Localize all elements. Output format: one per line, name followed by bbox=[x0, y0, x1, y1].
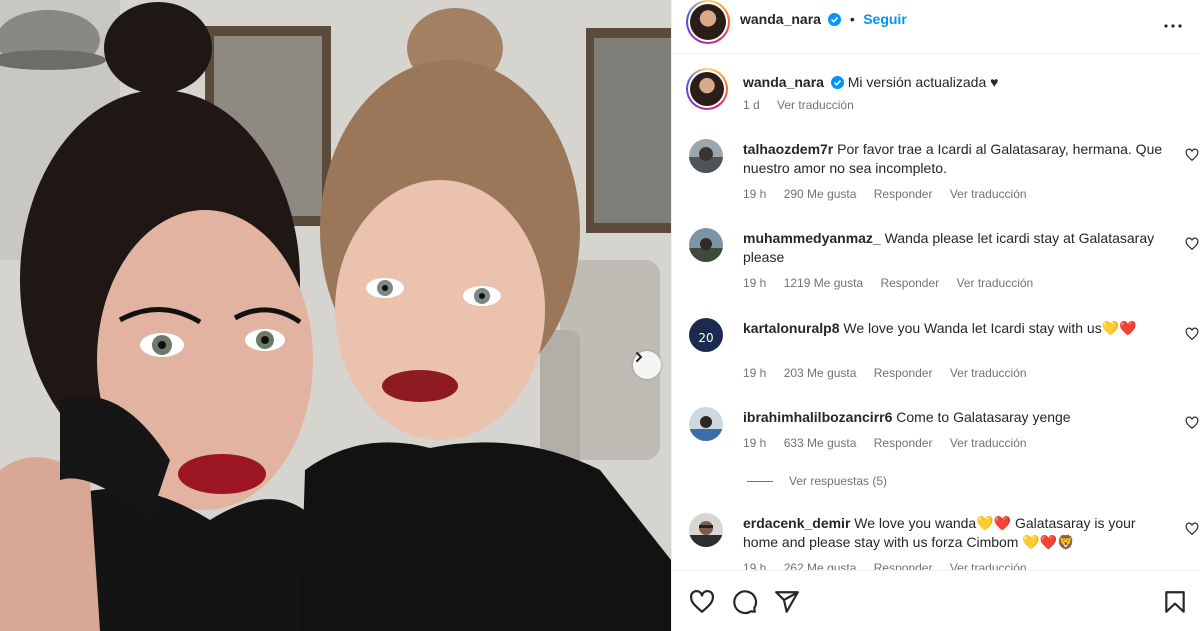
more-horizontal-icon[interactable] bbox=[1161, 14, 1185, 38]
comment-text-block: ibrahimhalilbozancirr6 Come to Galatasar… bbox=[743, 408, 1163, 427]
caption-text-block: wanda_nara Mi versión actualizada ♥ bbox=[743, 73, 1163, 91]
share-icon[interactable] bbox=[774, 589, 800, 615]
caption-translate-link[interactable]: Ver traducción bbox=[777, 98, 854, 112]
comment-translate-link[interactable]: Ver traducción bbox=[950, 436, 1027, 450]
comment-meta: 19 h 633 Me gusta Responder Ver traducci… bbox=[743, 436, 1041, 450]
comment-time: 19 h bbox=[743, 187, 767, 201]
heart-icon[interactable] bbox=[1185, 522, 1199, 536]
comment-username[interactable]: talhaozdem7r bbox=[743, 141, 833, 157]
comment-likes[interactable]: 1219 Me gusta bbox=[784, 276, 863, 290]
comment-reply-button[interactable]: Responder bbox=[874, 187, 933, 201]
caption-username[interactable]: wanda_nara bbox=[743, 74, 824, 90]
caption-avatar[interactable] bbox=[686, 68, 728, 110]
verified-badge-icon bbox=[830, 76, 844, 89]
comment-username[interactable]: erdacenk_demir bbox=[743, 515, 850, 531]
commenter-avatar[interactable] bbox=[689, 407, 723, 441]
heart-icon[interactable] bbox=[1185, 416, 1199, 430]
comment-meta: 19 h 290 Me gusta Responder Ver traducci… bbox=[743, 187, 1041, 201]
comment-username[interactable]: ibrahimhalilbozancirr6 bbox=[743, 409, 892, 425]
commenter-avatar[interactable] bbox=[689, 139, 723, 173]
comment-body: Come to Galatasaray yenge bbox=[896, 409, 1071, 425]
view-replies-button[interactable]: Ver respuestas (5) bbox=[747, 474, 887, 488]
header-username[interactable]: wanda_nara bbox=[740, 11, 821, 27]
post-action-bar bbox=[672, 570, 1200, 631]
comment-translate-link[interactable]: Ver traducción bbox=[950, 187, 1027, 201]
comment-icon[interactable] bbox=[732, 589, 758, 615]
caption-meta: 1 d Ver traducción bbox=[743, 98, 868, 112]
svg-text:20: 20 bbox=[698, 331, 713, 345]
post-side-panel: wanda_nara • Seguir wanda_nara Mi versió… bbox=[671, 0, 1200, 631]
view-replies-label: Ver respuestas (5) bbox=[789, 474, 888, 488]
comment-likes[interactable]: 203 Me gusta bbox=[784, 366, 857, 380]
comment-meta: 19 h 1219 Me gusta Responder Ver traducc… bbox=[743, 276, 1047, 290]
comment-body: We love you Wanda let Icardi stay with u… bbox=[843, 320, 1137, 336]
commenter-avatar[interactable] bbox=[689, 228, 723, 262]
comment-reply-button[interactable]: Responder bbox=[874, 436, 933, 450]
heart-icon[interactable] bbox=[1185, 327, 1199, 341]
carousel-next-button[interactable] bbox=[633, 351, 661, 379]
bookmark-icon[interactable] bbox=[1162, 589, 1188, 615]
verified-badge-icon bbox=[828, 13, 842, 26]
comment-time: 19 h bbox=[743, 366, 767, 380]
comment-username[interactable]: kartalonuralp8 bbox=[743, 320, 839, 336]
comment-likes[interactable]: 290 Me gusta bbox=[784, 187, 857, 201]
comment-translate-link[interactable]: Ver traducción bbox=[957, 276, 1034, 290]
author-avatar[interactable] bbox=[686, 0, 730, 44]
commenter-avatar[interactable] bbox=[689, 513, 723, 547]
heart-icon[interactable] bbox=[1185, 148, 1199, 162]
post-header: wanda_nara • Seguir bbox=[672, 0, 1200, 54]
caption-body: Mi versión actualizada ♥ bbox=[847, 74, 999, 90]
comment-text-block: muhammedyanmaz_ Wanda please let icardi … bbox=[743, 229, 1163, 267]
commenter-avatar[interactable]: 20 bbox=[689, 318, 723, 352]
comment-reply-button[interactable]: Responder bbox=[880, 276, 939, 290]
post-photo[interactable] bbox=[0, 0, 671, 631]
comment-text-block: kartalonuralp8 We love you Wanda let Ica… bbox=[743, 319, 1163, 338]
chevron-right-icon bbox=[636, 352, 643, 362]
comment-reply-button[interactable]: Responder bbox=[874, 366, 933, 380]
photo-illustration bbox=[0, 0, 671, 631]
caption-time: 1 d bbox=[743, 98, 760, 112]
follow-button[interactable]: Seguir bbox=[863, 11, 907, 27]
comment-time: 19 h bbox=[743, 276, 767, 290]
comment-text-block: erdacenk_demir We love you wanda💛❤️ Gala… bbox=[743, 514, 1163, 552]
header-user-line: wanda_nara • Seguir bbox=[740, 11, 907, 29]
comment-text-block: talhaozdem7r Por favor trae a Icardi al … bbox=[743, 140, 1163, 178]
comment-likes[interactable]: 633 Me gusta bbox=[784, 436, 857, 450]
comment-translate-link[interactable]: Ver traducción bbox=[950, 366, 1027, 380]
heart-icon[interactable] bbox=[1185, 237, 1199, 251]
comment-username[interactable]: muhammedyanmaz_ bbox=[743, 230, 881, 246]
view-replies-line bbox=[747, 481, 773, 483]
heart-icon[interactable] bbox=[689, 589, 715, 615]
comment-time: 19 h bbox=[743, 436, 767, 450]
header-separator: • bbox=[849, 11, 855, 27]
comment-meta: 19 h 203 Me gusta Responder Ver traducci… bbox=[743, 366, 1041, 380]
